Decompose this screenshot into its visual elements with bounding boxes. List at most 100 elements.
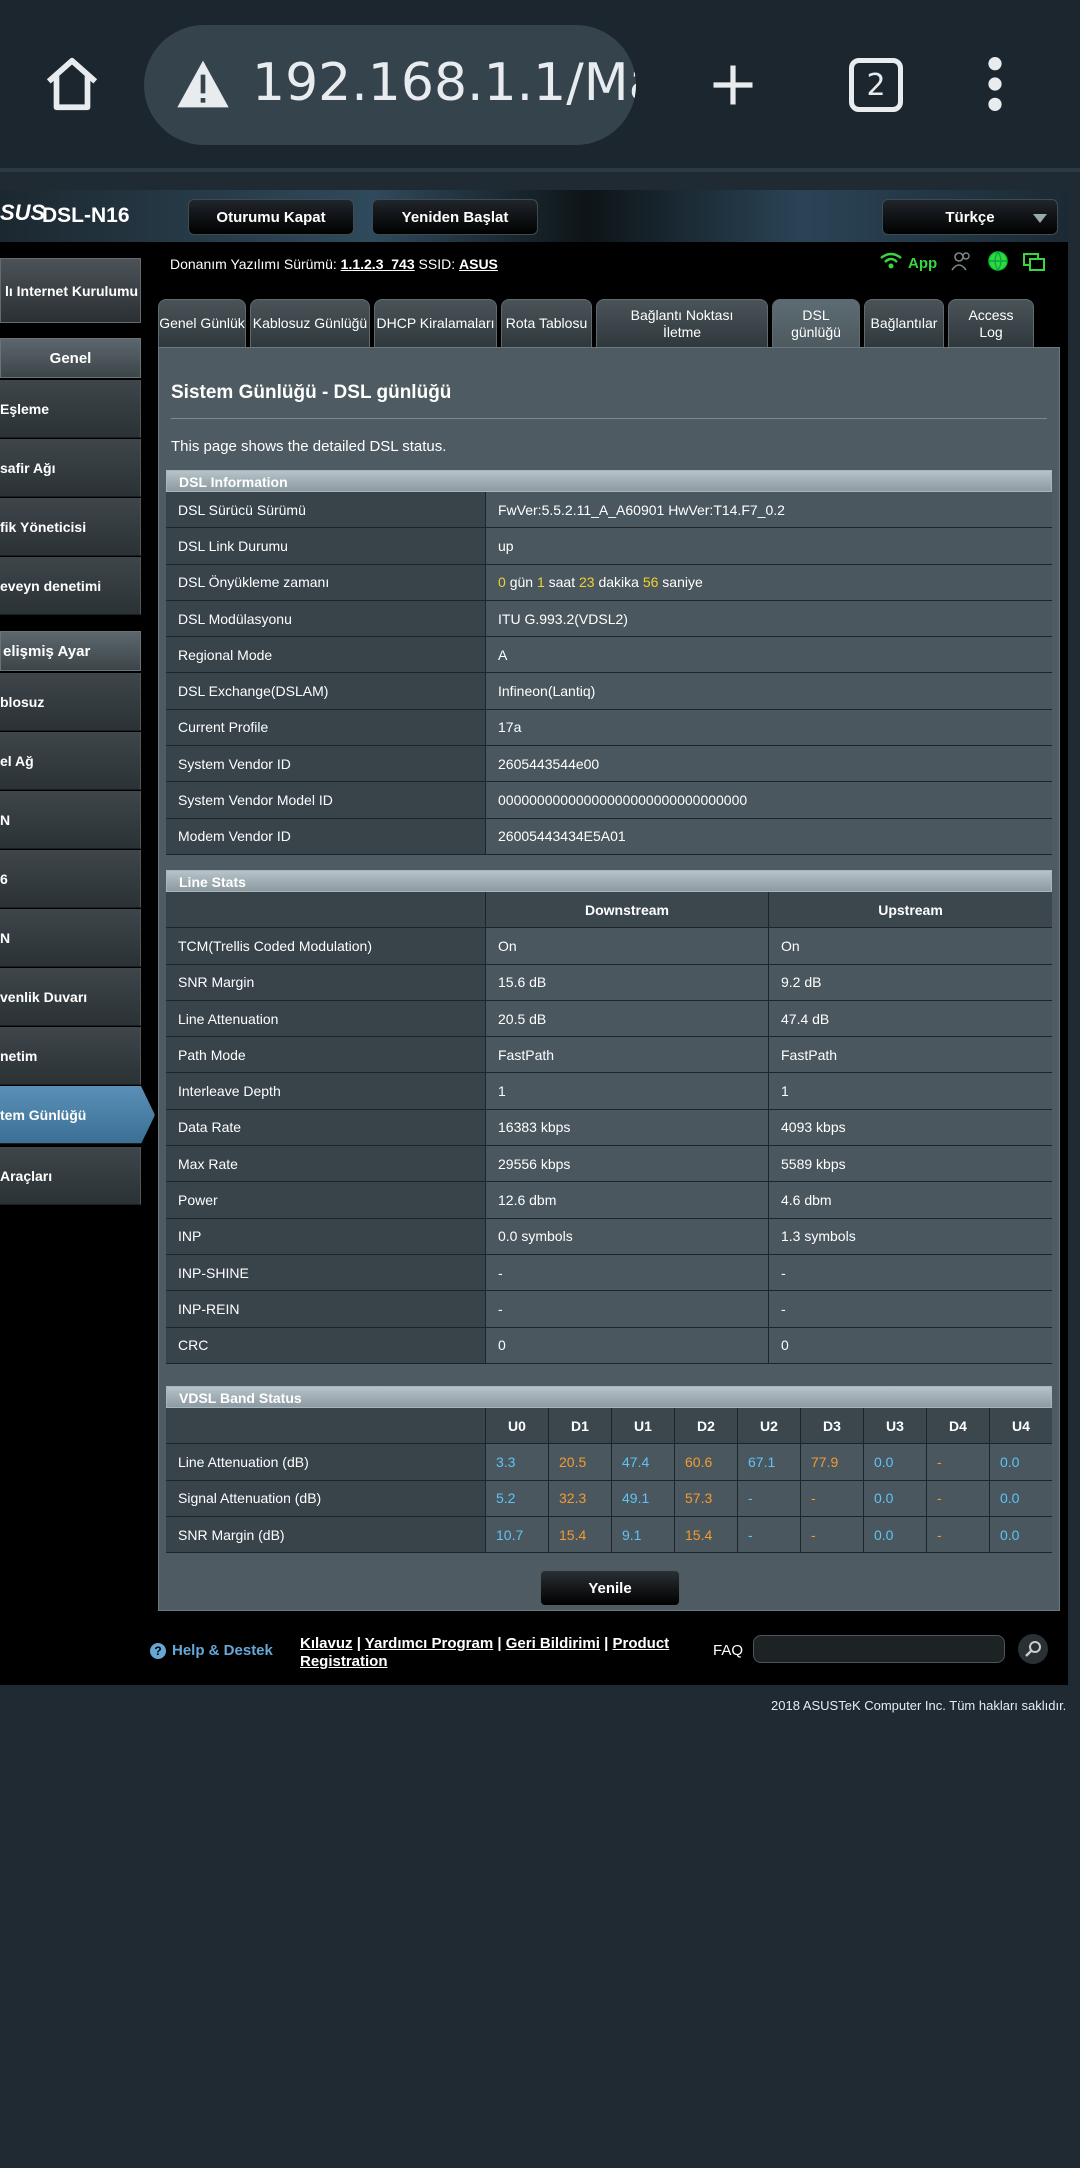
row-label: Power	[166, 1182, 486, 1218]
sidebar-item[interactable]: safir Ağı	[0, 439, 141, 497]
search-icon[interactable]	[1018, 1634, 1048, 1664]
new-tab-icon[interactable]	[704, 56, 762, 114]
sidebar-item[interactable]: netim	[0, 1027, 141, 1085]
upstream-value: 47.4 dB	[769, 1000, 1052, 1037]
band-header: U1	[612, 1408, 675, 1444]
band-value: -	[927, 1480, 990, 1516]
manual-link[interactable]: Kılavuz	[300, 1635, 353, 1652]
browser-toolbar: 192.168.1.1/Ma 2	[0, 0, 1080, 170]
row-label: INP-REIN	[166, 1291, 486, 1327]
tab-connections[interactable]: Bağlantılar	[864, 299, 944, 347]
app-label[interactable]: App	[908, 255, 937, 272]
band-value: 0.0	[864, 1516, 927, 1553]
band-value: -	[927, 1516, 990, 1553]
upstream-value: 5589 kbps	[769, 1146, 1052, 1182]
reboot-button[interactable]: Yeniden Başlat	[372, 199, 538, 235]
uptime-value: 0 gün 1 saat 23 dakika 56 saniye	[486, 564, 1052, 600]
table-row: DSL Sürücü Sürümü FwVer:5.5.2.11_A_A60901…	[166, 492, 1052, 529]
row-label: DSL Sürücü Sürümü	[166, 492, 486, 528]
vdsl-band-table: VDSL Band Status U0 D1 U1 D2 U2 D3 U3 D4…	[166, 1386, 1052, 1554]
band-header: U0	[486, 1408, 549, 1444]
downstream-value: 1	[486, 1073, 769, 1109]
band-value: 77.9	[801, 1444, 864, 1480]
sidebar-item[interactable]: fik Yöneticisi	[0, 498, 141, 556]
sidebar-item[interactable]: venlik Duvarı	[0, 968, 141, 1026]
users-icon[interactable]	[951, 251, 973, 275]
copyright-text: 2018 ASUSTeK Computer Inc. Tüm hakları s…	[771, 1698, 1067, 1713]
band-value: -	[801, 1516, 864, 1553]
downstream-value: -	[486, 1254, 769, 1291]
tab-wireless-log[interactable]: Kablosuz Günlüğü	[250, 299, 370, 347]
downstream-value: 0.0 symbols	[486, 1218, 769, 1254]
usb-icon[interactable]	[1023, 251, 1046, 275]
sidebar-item[interactable]: N	[0, 909, 141, 967]
band-value: -	[927, 1444, 990, 1480]
table-header-row: U0 D1 U1 D2 U2 D3 U3 D4 U4	[166, 1408, 1052, 1445]
sidebar-advanced-header: elişmiş Ayar	[0, 631, 141, 671]
downstream-value: 29556 kbps	[486, 1146, 769, 1182]
ssid-link[interactable]: ASUS	[459, 256, 498, 272]
table-row: DSL Modülasyonu ITU G.993.2(VDSL2)	[166, 600, 1052, 638]
tab-dhcp-leases[interactable]: DHCP Kiralamaları	[374, 299, 497, 347]
sidebar-item[interactable]: el Ağ	[0, 732, 141, 790]
tab-general-log[interactable]: Genel Günlük	[158, 299, 246, 347]
link-separator: |	[604, 1635, 609, 1652]
table-row: System Vendor Model ID 000000000000000000…	[166, 782, 1052, 819]
row-label: System Vendor ID	[166, 746, 486, 782]
home-icon[interactable]	[38, 50, 106, 118]
chevron-down-icon	[1033, 214, 1047, 223]
row-label: Modem Vendor ID	[166, 818, 486, 854]
help-link[interactable]: ? Help & Destek	[150, 1642, 273, 1659]
sidebar-item[interactable]: blosuz	[0, 673, 141, 731]
band-value: 5.2	[486, 1480, 549, 1516]
tab-switcher-button[interactable]: 2	[849, 58, 903, 112]
faq-search-input[interactable]	[753, 1635, 1005, 1663]
sidebar-quick-setup[interactable]: lı Internet Kurulumu	[0, 258, 141, 323]
tab-access-log[interactable]: Access Log	[948, 299, 1034, 347]
url-text[interactable]: 192.168.1.1/Ma	[252, 53, 636, 113]
feedback-link[interactable]: Geri Bildirimi	[506, 1635, 600, 1652]
table-row: Max Rate 29556 kbps 5589 kbps	[166, 1146, 1052, 1183]
logout-button[interactable]: Oturumu Kapat	[188, 199, 354, 235]
globe-icon[interactable]	[987, 250, 1009, 276]
sidebar-item[interactable]: Araçları	[0, 1147, 141, 1205]
wifi-icon[interactable]	[880, 252, 902, 274]
address-bar[interactable]: 192.168.1.1/Ma	[144, 25, 636, 145]
row-value: ITU G.993.2(VDSL2)	[486, 600, 1052, 637]
more-menu-icon[interactable]	[975, 50, 1015, 118]
table-row: Line Attenuation (dB) 3.3 20.5 47.4 60.6…	[166, 1444, 1052, 1481]
content-panel: Sistem Günlüğü - DSL günlüğü This page s…	[158, 347, 1060, 1611]
refresh-button[interactable]: Yenile	[540, 1570, 680, 1606]
sidebar-general-header: Genel	[0, 338, 141, 378]
sidebar-item[interactable]: eveyn denetimi	[0, 557, 141, 615]
status-icons: App	[880, 250, 1046, 276]
upstream-value: 0	[769, 1327, 1052, 1363]
row-value: FwVer:5.5.2.11_A_A60901 HwVer:T14.F7_0.2	[486, 492, 1052, 528]
band-value: 10.7	[486, 1516, 549, 1553]
sidebar-item-active[interactable]: tem Günlüğü	[0, 1086, 155, 1144]
band-value: 9.1	[612, 1516, 675, 1553]
tab-dsl-log[interactable]: DSL günlüğü	[772, 299, 860, 347]
warning-icon[interactable]	[174, 55, 232, 113]
sidebar-item[interactable]: 6	[0, 850, 141, 908]
sidebar-item[interactable]: Eşleme	[0, 380, 141, 438]
downstream-value: On	[486, 928, 769, 964]
uptime-days-unit: gün	[509, 574, 534, 591]
tab-route-table[interactable]: Rota Tablosu	[501, 299, 592, 347]
help-label: Help & Destek	[172, 1642, 273, 1659]
title-divider	[171, 418, 1047, 419]
table-row: INP-SHINE - -	[166, 1254, 1052, 1292]
sidebar-item[interactable]: N	[0, 791, 141, 849]
tab-port-forwarding[interactable]: Bağlantı Noktası İletme	[596, 299, 768, 347]
upstream-value: -	[769, 1291, 1052, 1327]
table-row: TCM(Trellis Coded Modulation) On On	[166, 928, 1052, 965]
upstream-header: Upstream	[769, 892, 1052, 928]
table-row: INP 0.0 symbols 1.3 symbols	[166, 1218, 1052, 1255]
language-select[interactable]: Türkçe	[882, 199, 1058, 235]
firmware-label: Donanım Yazılımı Sürümü:	[170, 256, 337, 272]
row-label: Line Attenuation (dB)	[166, 1444, 486, 1480]
firmware-version-link[interactable]: 1.1.2.3_743	[341, 256, 415, 272]
utility-link[interactable]: Yardımcı Program	[365, 1635, 493, 1652]
firmware-info: Donanım Yazılımı Sürümü: 1.1.2.3_743 SSI…	[170, 256, 498, 272]
model-name: DSL-N16	[42, 204, 130, 227]
